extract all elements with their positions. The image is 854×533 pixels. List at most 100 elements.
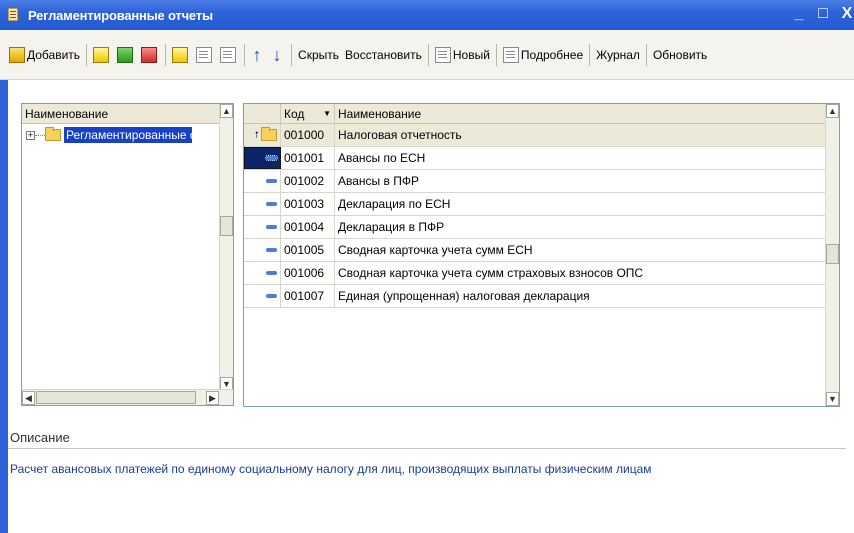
code-cell: 001001: [281, 147, 335, 169]
expand-icon[interactable]: +: [26, 130, 35, 140]
maximize-button[interactable]: □: [816, 6, 830, 22]
tree-vertical-scrollbar[interactable]: ▲ ▼: [219, 104, 233, 391]
toolbar: Добавить ↑ ↓ Скрыть Восстановить Новый П…: [0, 30, 854, 80]
details-icon: [502, 46, 519, 63]
scroll-right-icon[interactable]: ▶: [206, 390, 219, 405]
hierarchy-button[interactable]: [169, 42, 193, 68]
arrow-down-icon: ↓: [272, 44, 282, 65]
add-button[interactable]: Добавить: [6, 42, 83, 68]
scroll-left-icon[interactable]: ◀: [22, 390, 35, 405]
expand-up-icon: ⭡: [254, 129, 259, 140]
window-frame-left: [0, 30, 8, 533]
row-icon-cell: [244, 216, 281, 238]
report-item-icon: [266, 294, 277, 298]
table-row[interactable]: 001007 Единая (упрощенная) налоговая дек…: [244, 285, 839, 308]
table-row[interactable]: 001004 Декларация в ПФР: [244, 216, 839, 239]
table-row[interactable]: 001006 Сводная карточка учета сумм страх…: [244, 262, 839, 285]
tree-panel[interactable]: Наименование + Регламентированные отчеты…: [21, 103, 234, 406]
folder-icon: [261, 127, 277, 141]
report-item-icon: [266, 271, 277, 275]
title-bar[interactable]: Регламентированные отчеты _ □ X: [0, 0, 854, 30]
window-title: Регламентированные отчеты: [28, 7, 213, 23]
reports-table[interactable]: Код ▼ Наименование ⭡ 001000 Налоговая от…: [243, 103, 840, 407]
journal-button[interactable]: Журнал: [593, 42, 643, 68]
minimize-button[interactable]: _: [792, 6, 806, 22]
scroll-thumb[interactable]: [220, 216, 233, 236]
code-cell: 001007: [281, 285, 335, 307]
name-cell: Единая (упрощенная) налоговая декларация: [338, 289, 590, 303]
details-button[interactable]: Подробнее: [500, 42, 586, 68]
code-cell: 001003: [281, 193, 335, 215]
folder-icon: [45, 127, 61, 141]
code-cell: 001002: [281, 170, 335, 192]
table-header: Код ▼ Наименование: [244, 104, 839, 124]
name-cell: Декларация по ЕСН: [338, 197, 451, 211]
new-document-icon: [434, 46, 451, 63]
table-row[interactable]: 001005 Сводная карточка учета сумм ЕСН: [244, 239, 839, 262]
new-button-label: Новый: [452, 47, 490, 62]
header-code[interactable]: Код ▼: [281, 104, 335, 123]
name-cell: Сводная карточка учета сумм ЕСН: [338, 243, 533, 257]
code-cell: 001000: [281, 124, 335, 146]
new-button[interactable]: Новый: [432, 42, 493, 68]
hide-button[interactable]: Скрыть: [295, 42, 342, 68]
copy-button[interactable]: [114, 42, 138, 68]
add-button-label: Добавить: [27, 47, 81, 62]
name-cell: Авансы в ПФР: [338, 174, 419, 188]
name-cell: Авансы по ЕСН: [338, 151, 426, 165]
tree-horizontal-scrollbar[interactable]: ◀ ▶: [22, 389, 233, 405]
toolbar-separator: [165, 43, 167, 66]
details-button-label: Подробнее: [520, 47, 584, 62]
table-row[interactable]: 001002 Авансы в ПФР: [244, 170, 839, 193]
refresh-button-label: Обновить: [652, 47, 708, 62]
description-title: Описание: [10, 430, 70, 445]
refresh-button[interactable]: Обновить: [650, 42, 710, 68]
code-cell: 001006: [281, 262, 335, 284]
name-cell: Сводная карточка учета сумм страховых вз…: [338, 266, 644, 280]
header-name[interactable]: Наименование: [335, 104, 839, 123]
journal-button-label: Журнал: [596, 47, 640, 62]
move-down-button[interactable]: ↓: [268, 42, 288, 68]
toolbar-separator: [291, 43, 293, 66]
description-text: Расчет авансовых платежей по единому соц…: [10, 462, 652, 476]
report-item-icon: [266, 248, 277, 252]
tree-header-label: Наименование: [25, 106, 109, 121]
scroll-up-icon[interactable]: ▲: [220, 104, 233, 118]
tree-item-root[interactable]: + Регламентированные отчеты: [22, 126, 233, 144]
report-item-icon: [265, 155, 278, 161]
tree-header[interactable]: Наименование: [22, 104, 233, 124]
tree-connector: [35, 134, 45, 136]
toolbar-separator: [244, 43, 246, 66]
add-group-icon: [93, 46, 110, 63]
header-icon-column[interactable]: [244, 104, 281, 123]
row-icon-cell: [244, 239, 281, 261]
scroll-down-icon[interactable]: ▼: [826, 392, 839, 406]
copy-icon: [117, 46, 134, 63]
delete-button[interactable]: [138, 42, 162, 68]
table-row[interactable]: ⭡ 001000 Налоговая отчетность: [244, 124, 839, 147]
report-app-icon: [6, 7, 22, 23]
tree-item-label: Регламентированные отчеты: [64, 127, 192, 143]
scroll-up-icon[interactable]: ▲: [826, 104, 839, 118]
header-name-label: Наименование: [338, 106, 422, 121]
name-cell: Декларация в ПФР: [338, 220, 445, 234]
row-icon-cell: [244, 193, 281, 215]
restore-button[interactable]: Восстановить: [342, 42, 425, 68]
table-row[interactable]: 001003 Декларация по ЕСН: [244, 193, 839, 216]
close-button[interactable]: X: [840, 6, 854, 22]
toolbar-separator: [589, 43, 591, 66]
add-group-button[interactable]: [90, 42, 114, 68]
move-to-group-button[interactable]: [217, 42, 241, 68]
move-to-group-icon: [220, 46, 237, 63]
row-icon-cell: [244, 170, 281, 192]
scroll-thumb[interactable]: [826, 244, 839, 264]
row-icon-cell: [244, 147, 281, 169]
table-row[interactable]: 001001 Авансы по ЕСН: [244, 147, 839, 170]
level-up-button[interactable]: [193, 42, 217, 68]
move-up-button[interactable]: ↑: [248, 42, 268, 68]
scroll-thumb[interactable]: [36, 391, 196, 404]
table-vertical-scrollbar[interactable]: ▲ ▼: [825, 104, 839, 406]
report-item-icon: [266, 225, 277, 229]
hierarchy-icon: [172, 46, 189, 63]
description-divider: [8, 448, 846, 449]
